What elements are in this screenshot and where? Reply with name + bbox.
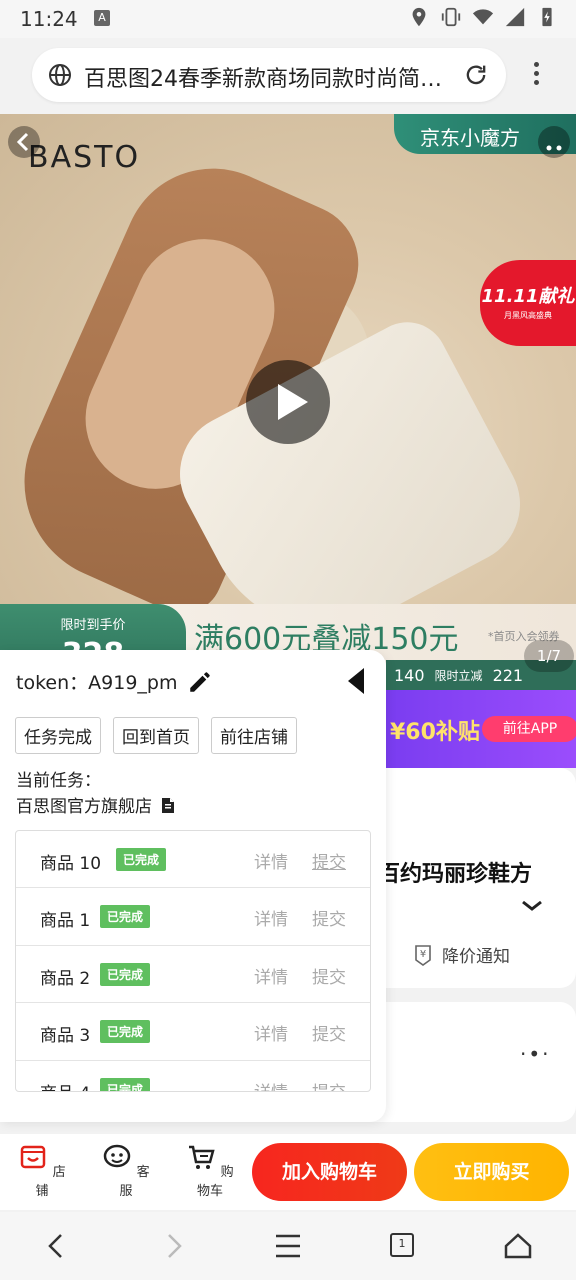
nav-forward-icon[interactable] xyxy=(154,1226,194,1266)
buy-now-button[interactable]: 立即购买 xyxy=(414,1143,569,1201)
system-nav-bar: 1 xyxy=(0,1212,576,1280)
edit-icon[interactable] xyxy=(187,669,213,695)
address-bar[interactable]: 百思图24春季新款商场同款时尚简… xyxy=(32,48,506,102)
status-badge: 已完成 xyxy=(100,1020,151,1044)
submit-link[interactable]: 提交 xyxy=(312,1078,346,1091)
location-icon xyxy=(412,7,426,27)
token-label: token：A919_pm xyxy=(16,672,178,694)
collapse-panel-icon[interactable] xyxy=(348,668,364,694)
subsidy-banner[interactable]: ¥60补贴 前往APP xyxy=(386,690,576,768)
shopping-cart-icon xyxy=(189,1145,216,1169)
page-title[interactable]: 百思图24春季新款商场同款时尚简… xyxy=(84,61,452,93)
store-icon xyxy=(21,1145,46,1169)
detail-link[interactable]: 详情 xyxy=(254,1020,288,1045)
play-video-icon[interactable] xyxy=(246,360,330,444)
current-task-store: 百思图官方旗舰店 xyxy=(16,792,178,817)
svg-text:¥: ¥ xyxy=(420,949,426,960)
submit-link[interactable]: 提交 xyxy=(312,963,346,988)
list-item: 商品 3 已完成 详情 提交 xyxy=(16,1003,370,1061)
nav-home-icon[interactable] xyxy=(498,1226,538,1266)
status-time: 11:24 xyxy=(20,7,78,31)
panel-buttons: 任务完成 回到首页 前往店铺 xyxy=(15,717,297,754)
list-item: 商品 1 已完成 详情 提交 xyxy=(16,888,370,946)
submit-link[interactable]: 提交 xyxy=(312,1020,346,1045)
wifi-icon xyxy=(472,9,494,25)
current-task-label: 当前任务： xyxy=(16,771,101,791)
battery-icon xyxy=(542,7,552,27)
signal-icon xyxy=(505,7,525,27)
status-badge: 已完成 xyxy=(100,1077,151,1091)
nav-menu-icon[interactable] xyxy=(268,1226,308,1266)
product-name: 百约玛丽珍鞋方 xyxy=(378,862,533,887)
more-icon[interactable] xyxy=(538,126,570,158)
cart-tab[interactable]: 购物车 xyxy=(180,1142,240,1199)
list-item: 商品 4 已完成 详情 提交 xyxy=(16,1061,370,1091)
service-tab[interactable]: 客服 xyxy=(96,1142,156,1199)
task-panel: token：A919_pm 任务完成 回到首页 前往店铺 当前任务： 百思图官方… xyxy=(0,650,386,1122)
status-badge: 已完成 xyxy=(100,962,151,986)
subsidy-amount: ¥60补贴 xyxy=(390,720,480,745)
detail-link[interactable]: 详情 xyxy=(254,848,288,873)
back-icon[interactable] xyxy=(8,126,40,158)
reload-icon[interactable] xyxy=(462,61,490,89)
notification-a-icon: A xyxy=(94,10,110,26)
price-notify-icon: ¥ xyxy=(415,944,431,966)
add-to-cart-button[interactable]: 加入购物车 xyxy=(252,1143,407,1201)
carousel-dots: ·•· xyxy=(520,1042,551,1066)
promo-badge[interactable]: 11.11献礼 月黑风高盛典 xyxy=(480,260,576,346)
detail-link[interactable]: 详情 xyxy=(254,905,288,930)
list-item: 商品 10 已完成 详情 提交 xyxy=(16,831,370,889)
browser-menu-button[interactable] xyxy=(526,58,546,92)
vibrate-icon xyxy=(441,7,461,27)
back-home-button[interactable]: 回到首页 xyxy=(113,717,199,754)
store-tab[interactable]: 店铺 xyxy=(12,1142,72,1199)
list-item: 商品 2 已完成 详情 提交 xyxy=(16,946,370,1004)
chevron-down-icon[interactable] xyxy=(520,898,544,914)
submit-link[interactable]: 提交 xyxy=(312,848,346,873)
detail-link[interactable]: 详情 xyxy=(254,1078,288,1091)
go-store-button[interactable]: 前往店铺 xyxy=(211,717,297,754)
brand-logo: BASTO xyxy=(28,140,141,175)
tabs-count: 1 xyxy=(398,1237,406,1250)
status-badge: 已完成 xyxy=(116,848,167,871)
bottom-action-bar: 店铺 客服 购物车 加入购物车 立即购买 xyxy=(0,1134,576,1210)
image-page-counter: 1/7 xyxy=(524,640,574,672)
status-bar: 11:24 A xyxy=(0,0,576,38)
token-row: token：A919_pm xyxy=(16,668,213,695)
status-badge: 已完成 xyxy=(100,905,151,929)
copy-icon[interactable] xyxy=(158,795,178,815)
open-app-button[interactable]: 前往APP xyxy=(482,716,576,742)
detail-link[interactable]: 详情 xyxy=(254,963,288,988)
globe-icon xyxy=(49,64,71,86)
task-complete-button[interactable]: 任务完成 xyxy=(15,717,101,754)
product-task-list: 商品 10 已完成 详情 提交 商品 1 已完成 详情 提交 商品 2 已完成 … xyxy=(15,830,371,1092)
token-value: A919_pm xyxy=(88,672,178,694)
status-icons xyxy=(408,6,558,28)
nav-tabs-button[interactable]: 1 xyxy=(382,1226,422,1266)
nav-back-icon[interactable] xyxy=(36,1226,76,1266)
price-drop-notify[interactable]: ¥ 降价通知 xyxy=(412,942,510,967)
customer-service-icon xyxy=(104,1144,131,1168)
submit-link[interactable]: 提交 xyxy=(312,905,346,930)
